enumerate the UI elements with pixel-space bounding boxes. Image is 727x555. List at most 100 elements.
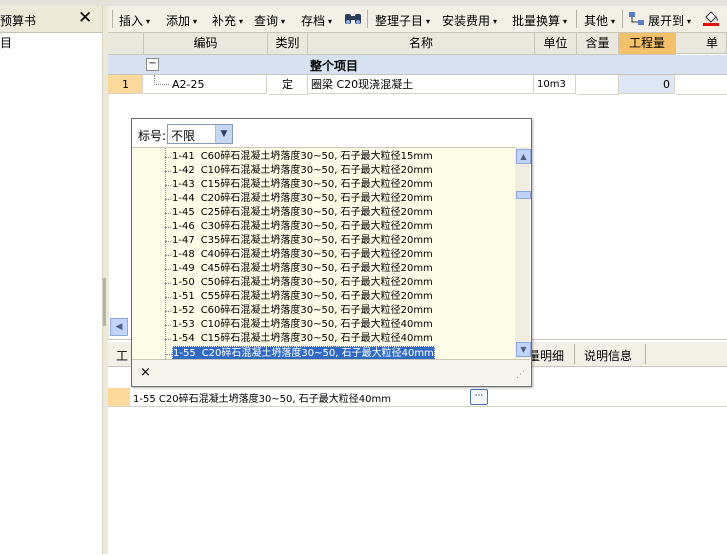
mix-list-item[interactable]: 1-47 C35碎石混凝土坍落度30~50, 石子最大粒径20mm <box>165 234 433 248</box>
mix-code: 1-42 <box>172 165 195 176</box>
chevron-down-icon: ▾ <box>563 17 568 26</box>
insert-button[interactable]: 插入 ▾ <box>119 12 150 29</box>
grade-filter-value: 不限 <box>171 129 196 143</box>
tree-line <box>165 148 167 359</box>
mix-list-item[interactable]: 1-43 C15碎石混凝土坍落度30~50, 石子最大粒径20mm <box>165 178 433 192</box>
scroll-down-icon[interactable]: ▼ <box>516 342 531 357</box>
mix-list-item[interactable]: 1-49 C45碎石混凝土坍落度30~50, 石子最大粒径20mm <box>165 262 433 276</box>
mix-list-item[interactable]: 1-44 C20碎石混凝土坍落度30~50, 石子最大粒径20mm <box>165 192 433 206</box>
column-header-unit[interactable]: 单位 <box>535 33 577 55</box>
mix-list-item[interactable]: 1-52 C60碎石混凝土坍落度30~50, 石子最大粒径20mm <box>165 304 433 318</box>
toolbar-separator <box>576 10 577 28</box>
tree-branch <box>165 269 171 270</box>
cell-type[interactable]: 定 <box>268 75 308 95</box>
ellipsis-button[interactable]: ··· <box>470 389 488 405</box>
binoculars-icon[interactable] <box>344 10 362 29</box>
tree-branch <box>165 199 171 200</box>
tree-branch <box>166 354 172 355</box>
column-header-price[interactable]: 单价 <box>676 33 727 71</box>
mix-description: C55碎石混凝土坍落度30~50, 石子最大粒径20mm <box>200 291 433 302</box>
archive-button[interactable]: 存档 ▾ <box>301 12 332 29</box>
resize-grip-icon[interactable]: ⋰ <box>516 370 525 380</box>
mix-list-item[interactable]: 1-51 C55碎石混凝土坍落度30~50, 石子最大粒径20mm <box>165 290 433 304</box>
other-label: 其他 <box>584 14 609 28</box>
tab-description[interactable]: 说明信息 <box>584 347 632 364</box>
mix-list-item[interactable]: 1-41 C60碎石混凝土坍落度30~50, 石子最大粒径15mm <box>165 150 433 164</box>
toolbar: 插入 ▾ 添加 ▾ 补充 ▾ 查询 ▾ 存档 ▾ 整理子目 ▾ 安装费用 ▾ 批量换算 ▾ 其他… <box>108 6 727 33</box>
vertical-scrollbar[interactable]: ▲ ▼ <box>515 147 531 358</box>
column-header-content[interactable]: 含量 <box>577 33 619 55</box>
tab-quantity-detail[interactable]: 量明细 <box>528 347 564 364</box>
group-label: 整个项目 <box>310 59 359 73</box>
expand-to-button[interactable]: 展开到 ▾ <box>648 12 691 29</box>
mix-list-item[interactable]: 1-55 C20碎石混凝土坍落度30~50, 石子最大粒径40mm <box>166 346 435 359</box>
mix-code: 1-43 <box>172 179 195 190</box>
paint-bucket-icon[interactable] <box>702 9 720 30</box>
tree-item[interactable]: 目 <box>0 34 12 51</box>
row-header-corner <box>108 33 144 55</box>
expand-tree-icon[interactable] <box>628 11 646 29</box>
mix-description: C40碎石混凝土坍落度30~50, 石子最大粒径20mm <box>200 249 433 260</box>
mix-list-item[interactable]: 1-50 C50碎石混凝土坍落度30~50, 石子最大粒径20mm <box>165 276 433 290</box>
cell-price[interactable] <box>676 75 727 95</box>
chevron-down-icon: ▾ <box>328 17 333 26</box>
column-header-quantity[interactable]: 工程量 <box>619 33 676 55</box>
scroll-up-icon[interactable]: ▲ <box>516 149 531 164</box>
add-label: 添加 <box>166 14 191 28</box>
cell-quantity[interactable]: 0 <box>619 75 675 94</box>
chevron-down-icon: ▾ <box>426 17 431 26</box>
batch-convert-button[interactable]: 批量换算 ▾ <box>512 12 567 29</box>
mix-description: C25碎石混凝土坍落度30~50, 石子最大粒径20mm <box>200 207 433 218</box>
supplement-button[interactable]: 补充 ▾ <box>212 12 243 29</box>
chevron-down-icon[interactable]: ▼ <box>215 125 232 143</box>
detail-row-index <box>108 388 130 406</box>
cell-unit[interactable]: 10m3 <box>535 75 576 94</box>
tab-partial[interactable]: 工 <box>116 347 128 364</box>
mix-code: 1-45 <box>172 207 195 218</box>
tree-branch <box>165 283 171 284</box>
splitter-grip[interactable] <box>103 278 106 326</box>
install-fee-button[interactable]: 安装费用 ▾ <box>442 12 497 29</box>
mix-code: 1-55 <box>173 348 196 359</box>
mix-list-item[interactable]: 1-48 C40碎石混凝土坍落度30~50, 石子最大粒径20mm <box>165 248 433 262</box>
cell-content[interactable] <box>577 75 619 95</box>
tree-branch <box>165 311 171 312</box>
mix-list-item[interactable]: 1-42 C10碎石混凝土坍落度30~50, 石子最大粒径20mm <box>165 164 433 178</box>
mix-description: C20碎石混凝土坍落度30~50, 石子最大粒径20mm <box>200 193 433 204</box>
mix-code: 1-47 <box>172 235 195 246</box>
batch-convert-label: 批量换算 <box>512 14 561 28</box>
other-button[interactable]: 其他 ▾ <box>584 12 615 29</box>
mix-list-item[interactable]: 1-46 C30碎石混凝土坍落度30~50, 石子最大粒径20mm <box>165 220 433 234</box>
close-icon[interactable]: × <box>140 365 151 380</box>
tree-branch <box>165 213 171 214</box>
organize-label: 整理子目 <box>375 14 424 28</box>
column-header-type[interactable]: 类别 <box>268 33 308 55</box>
tree-branch <box>165 185 171 186</box>
mix-code: 1-51 <box>172 291 195 302</box>
expand-to-label: 展开到 <box>648 14 685 28</box>
scroll-thumb[interactable] <box>516 191 531 199</box>
mix-list-item[interactable]: 1-53 C10碎石混凝土坍落度30~50, 石子最大粒径40mm <box>165 318 433 332</box>
scroll-left-button[interactable]: ◀ <box>110 318 128 336</box>
chevron-down-icon: ▾ <box>146 17 151 26</box>
chevron-down-icon: ▾ <box>687 17 692 26</box>
close-icon[interactable]: ✕ <box>78 8 92 28</box>
mix-description: C60碎石混凝土坍落度30~50, 石子最大粒径20mm <box>200 305 433 316</box>
mix-description: C15碎石混凝土坍落度30~50, 石子最大粒径20mm <box>200 179 433 190</box>
row-index[interactable]: 1 <box>108 75 143 94</box>
collapse-toggle[interactable]: − <box>146 58 159 71</box>
grade-filter-select[interactable]: 不限 ▼ <box>167 124 233 144</box>
column-header-code[interactable]: 编码 <box>144 33 268 55</box>
left-panel-header: 预算书 ✕ <box>0 6 102 33</box>
cell-name[interactable]: 圈梁 C20现浇混凝土 <box>308 75 534 94</box>
detail-row[interactable]: 1-55 C20碎石混凝土坍落度30~50, 石子最大粒径40mm ··· <box>108 388 727 407</box>
add-button[interactable]: 添加 ▾ <box>166 12 197 29</box>
detail-row-text[interactable]: 1-55 C20碎石混凝土坍落度30~50, 石子最大粒径40mm <box>133 390 391 405</box>
mix-list-item[interactable]: 1-45 C25碎石混凝土坍落度30~50, 石子最大粒径20mm <box>165 206 433 220</box>
column-header-name[interactable]: 名称 <box>308 33 535 55</box>
group-row[interactable] <box>108 55 727 75</box>
mix-list-item[interactable]: 1-54 C15碎石混凝土坍落度30~50, 石子最大粒径40mm <box>165 332 433 346</box>
organize-items-button[interactable]: 整理子目 ▾ <box>375 12 430 29</box>
query-button[interactable]: 查询 ▾ <box>254 12 285 29</box>
mix-description: C20碎石混凝土坍落度30~50, 石子最大粒径40mm <box>201 348 434 359</box>
